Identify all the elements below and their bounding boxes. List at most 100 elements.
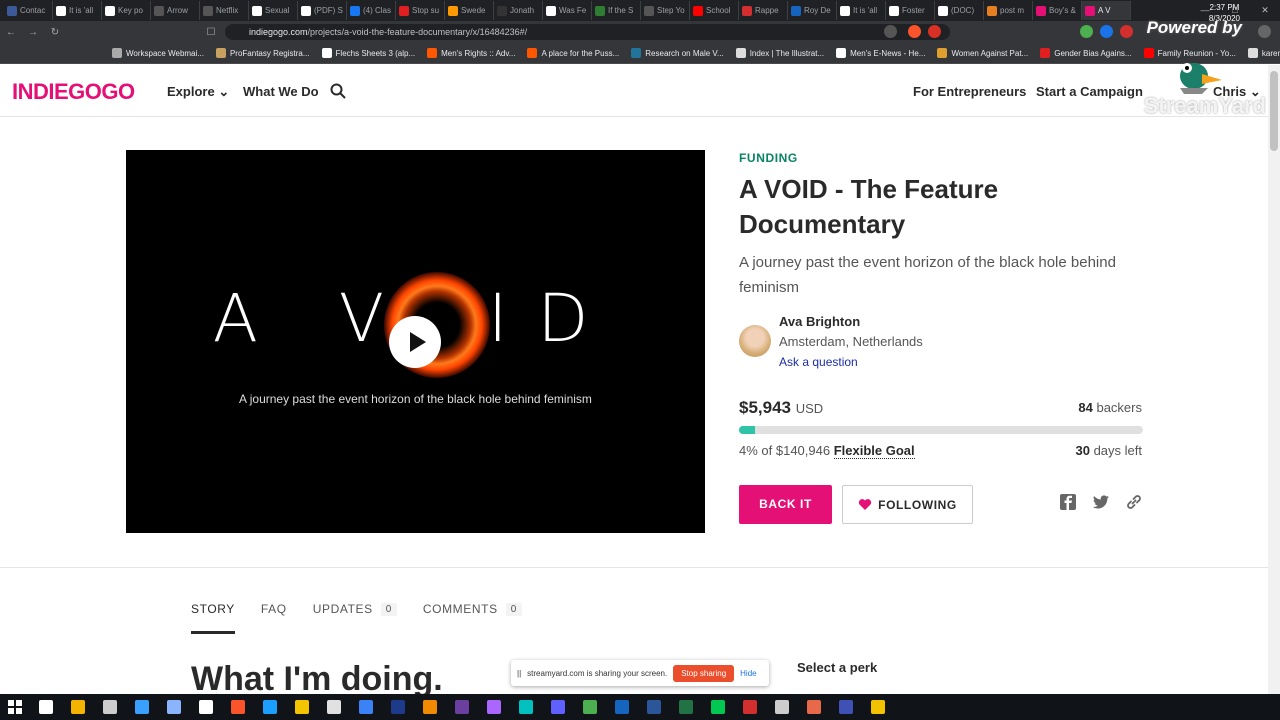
extension-icon[interactable]: [1080, 25, 1093, 38]
twitter-icon[interactable]: [1092, 493, 1110, 511]
bookmark-item[interactable]: ProFantasy Registra...: [215, 48, 310, 58]
taskbar-app-icon[interactable]: [743, 700, 757, 714]
browser-tab[interactable]: Netflix: [200, 1, 249, 20]
back-nav-icon[interactable]: ←: [0, 27, 22, 38]
tab-comments[interactable]: COMMENTS 0: [423, 602, 522, 616]
extension-icon[interactable]: [928, 25, 941, 38]
taskbar-app-icon[interactable]: [423, 700, 437, 714]
play-button[interactable]: [389, 316, 441, 368]
taskbar-app-icon[interactable]: [871, 700, 885, 714]
browser-tab[interactable]: Swede: [445, 1, 494, 20]
taskbar-app-icon[interactable]: [647, 700, 661, 714]
bookmark-item[interactable]: Gender Bias Agains...: [1040, 48, 1132, 58]
taskbar-app-icon[interactable]: [39, 700, 53, 714]
bookmark-icon[interactable]: ☐: [200, 27, 222, 38]
taskbar-app-icon[interactable]: [807, 700, 821, 714]
bookmark-item[interactable]: karen: [1247, 48, 1280, 58]
browser-tab[interactable]: It is 'all: [53, 1, 102, 20]
url-input[interactable]: indiegogo.com/projects/a-void-the-featur…: [225, 24, 950, 40]
taskbar-app-icon[interactable]: [103, 700, 117, 714]
explore-menu[interactable]: Explore ⌄: [167, 84, 229, 100]
browser-tab[interactable]: Was Fe: [543, 1, 592, 20]
taskbar-app-icon[interactable]: [839, 700, 853, 714]
tab-faq[interactable]: FAQ: [261, 602, 287, 616]
taskbar-app-icon[interactable]: [231, 700, 245, 714]
bookmark-item[interactable]: A place for the Puss...: [527, 48, 619, 58]
browser-tab[interactable]: Key po: [102, 1, 151, 20]
browser-tab[interactable]: It is 'all: [837, 1, 886, 20]
browser-tab[interactable]: Stop su: [396, 1, 445, 20]
brave-shield-icon[interactable]: [908, 25, 921, 38]
stop-sharing-button[interactable]: Stop sharing: [673, 664, 735, 682]
bookmark-item[interactable]: Index | The Illustrat...: [735, 48, 824, 58]
browser-tab[interactable]: (PDF) S: [298, 1, 347, 20]
zoom-icon[interactable]: [884, 25, 897, 38]
bookmark-item[interactable]: Flechs Sheets 3 (alp...: [321, 48, 415, 58]
ask-question-link[interactable]: Ask a question: [779, 355, 858, 369]
taskbar-app-icon[interactable]: [775, 700, 789, 714]
browser-tab[interactable]: Step Yo: [641, 1, 690, 20]
taskbar-app-icon[interactable]: [167, 700, 181, 714]
tab-story[interactable]: STORY: [191, 602, 235, 616]
browser-tab[interactable]: post m: [984, 1, 1033, 20]
taskbar-app-icon[interactable]: [135, 700, 149, 714]
tab-updates[interactable]: UPDATES 0: [313, 602, 397, 616]
browser-tab[interactable]: School: [690, 1, 739, 20]
taskbar-app-icon[interactable]: [551, 700, 565, 714]
bookmark-item[interactable]: Women Against Pat...: [937, 48, 1028, 58]
hide-button[interactable]: Hide: [740, 669, 756, 678]
bookmark-item[interactable]: Men's E-News - He...: [836, 48, 925, 58]
scrollbar-thumb[interactable]: [1270, 71, 1278, 151]
indiegogo-logo[interactable]: INDIEGOGO: [12, 79, 135, 105]
taskbar-app-icon[interactable]: [455, 700, 469, 714]
taskbar-app-icon[interactable]: [583, 700, 597, 714]
browser-tab[interactable]: Boy's &: [1033, 1, 1082, 20]
link-icon[interactable]: [1125, 493, 1143, 511]
taskbar-app-icon[interactable]: [615, 700, 629, 714]
bookmark-item[interactable]: Men's Rights :: Adv...: [427, 48, 515, 58]
browser-tab[interactable]: Jonath: [494, 1, 543, 20]
taskbar-app-icon[interactable]: [263, 700, 277, 714]
menu-icon[interactable]: [1258, 25, 1271, 38]
taskbar-app-icon[interactable]: [327, 700, 341, 714]
close-window-button[interactable]: ✕: [1250, 0, 1280, 21]
what-we-do-link[interactable]: What We Do: [243, 84, 319, 99]
bookmark-item[interactable]: Research on Male V...: [631, 48, 724, 58]
facebook-icon[interactable]: [1059, 493, 1077, 511]
start-campaign-link[interactable]: Start a Campaign: [1036, 84, 1143, 99]
system-clock[interactable]: 2:37 PM 8/3/2020: [1209, 2, 1240, 24]
goal-type[interactable]: Flexible Goal: [833, 443, 915, 459]
bookmark-item[interactable]: Workspace Webmai...: [112, 48, 204, 58]
browser-tab[interactable]: Rappe: [739, 1, 788, 20]
taskbar-app-icon[interactable]: [679, 700, 693, 714]
taskbar-app-icon[interactable]: [391, 700, 405, 714]
browser-tab[interactable]: (DOC): [935, 1, 984, 20]
page-scrollbar[interactable]: [1268, 65, 1280, 695]
following-button[interactable]: FOLLOWING: [842, 485, 973, 524]
campaign-video[interactable]: A V ID A journey past the event horizon o…: [126, 150, 705, 533]
browser-tab[interactable]: (4) Clas: [347, 1, 396, 20]
reload-icon[interactable]: ↻: [44, 27, 66, 38]
taskbar-app-icon[interactable]: [519, 700, 533, 714]
for-entrepreneurs-link[interactable]: For Entrepreneurs: [913, 84, 1026, 99]
browser-tab[interactable]: Sexual: [249, 1, 298, 20]
owner-avatar[interactable]: [739, 325, 771, 357]
browser-tab[interactable]: Contac: [4, 1, 53, 20]
taskbar-app-icon[interactable]: [359, 700, 373, 714]
browser-tab[interactable]: Arrow: [151, 1, 200, 20]
taskbar-app-icon[interactable]: [487, 700, 501, 714]
browser-tab[interactable]: Roy De: [788, 1, 837, 20]
browser-tab[interactable]: Foster: [886, 1, 935, 20]
taskbar-app-icon[interactable]: [199, 700, 213, 714]
search-icon[interactable]: [330, 83, 346, 99]
windows-start-icon[interactable]: [8, 700, 22, 714]
back-it-button[interactable]: BACK IT: [739, 485, 832, 524]
taskbar-app-icon[interactable]: [295, 700, 309, 714]
taskbar-app-icon[interactable]: [71, 700, 85, 714]
taskbar-app-icon[interactable]: [711, 700, 725, 714]
browser-tab[interactable]: If the S: [592, 1, 641, 20]
owner-name[interactable]: Ava Brighton: [779, 314, 860, 329]
extension-icon[interactable]: [1120, 25, 1133, 38]
forward-nav-icon[interactable]: →: [22, 27, 44, 38]
browser-tab[interactable]: A V: [1082, 1, 1131, 20]
